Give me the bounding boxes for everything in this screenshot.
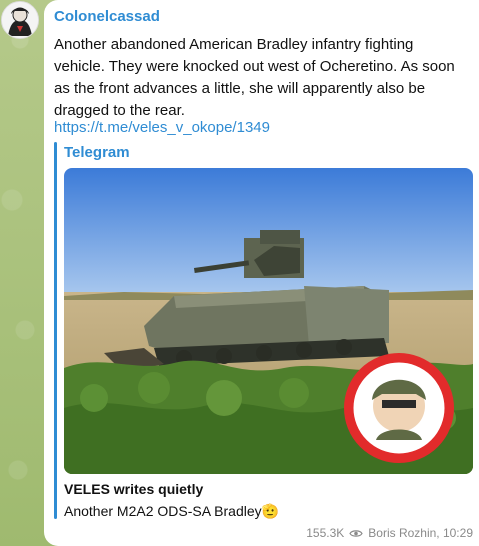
message-bubble: Colonelcassad Another abandoned American… (44, 0, 479, 546)
message-meta: 155.3K Boris Rozhin, 10:29 (306, 526, 473, 540)
preview-accent-bar (54, 142, 57, 519)
channel-avatar[interactable] (1, 1, 39, 39)
preview-description: Another M2A2 ODS-SA Bradley🫡 (64, 503, 279, 520)
watermark-stamp (344, 353, 454, 463)
avatar-image (2, 2, 38, 38)
signature-time: Boris Rozhin, 10:29 (368, 526, 473, 540)
preview-description-text: Another M2A2 ODS-SA Bradley (64, 503, 262, 519)
message-link[interactable]: https://t.me/veles_v_okope/1349 (54, 119, 270, 136)
salute-emoji: 🫡 (261, 503, 280, 519)
eye-icon (349, 529, 363, 537)
link-preview[interactable]: Telegram VELES writes quietly Another M2… (54, 142, 474, 523)
preview-title: VELES writes quietly (64, 481, 204, 497)
author-name[interactable]: Colonelcassad (54, 8, 160, 25)
view-count: 155.3K (306, 526, 345, 540)
preview-image[interactable] (64, 168, 473, 474)
preview-site-name: Telegram (64, 144, 130, 161)
bradley-photo (64, 168, 473, 474)
message-text: Another abandoned American Bradley infan… (54, 36, 455, 119)
